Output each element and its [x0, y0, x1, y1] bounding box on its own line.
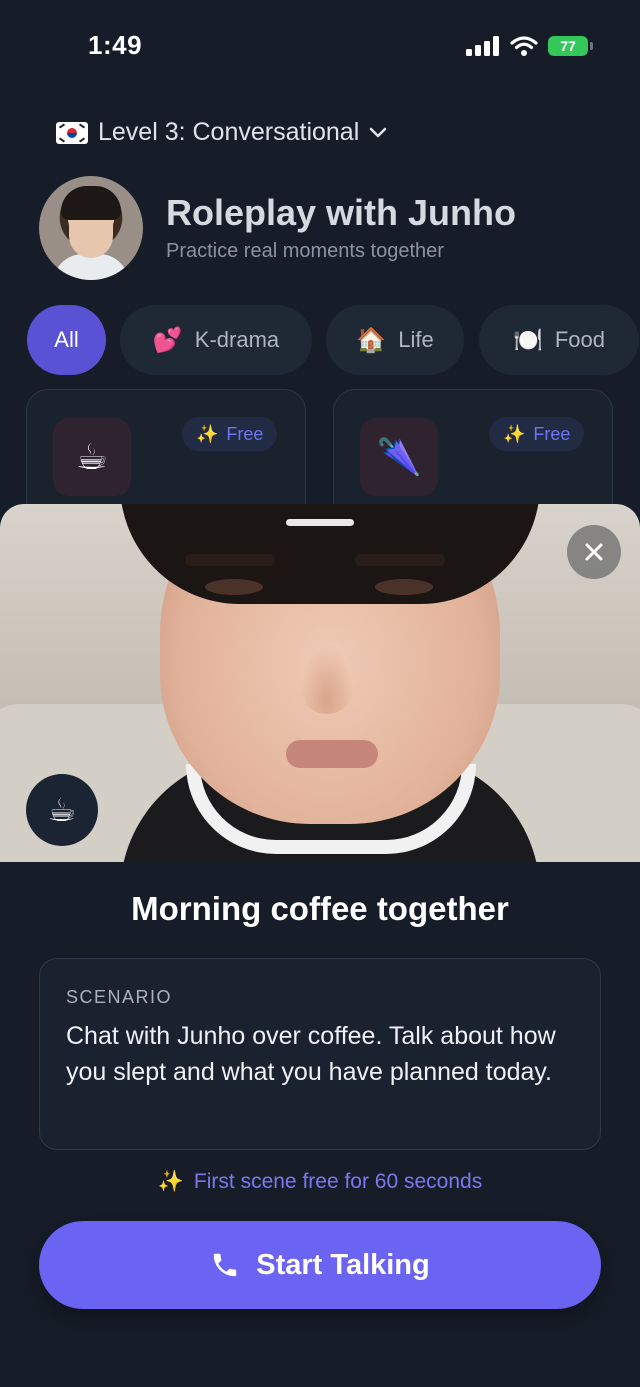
start-talking-label: Start Talking	[256, 1248, 430, 1281]
avatar	[39, 176, 143, 280]
close-button[interactable]	[567, 525, 621, 579]
screen: 1:49 77 Level 3: Conversational Roleplay…	[0, 0, 640, 1387]
hearts-icon: 💕	[152, 326, 183, 354]
chip-label: Food	[554, 327, 606, 352]
chip-food[interactable]: 🍽️ Food	[479, 305, 639, 375]
free-scene-note: ✨ First scene free for 60 seconds	[0, 1170, 640, 1194]
scenario-box: SCENARIO Chat with Junho over coffee. Ta…	[39, 958, 601, 1150]
close-icon	[585, 543, 603, 561]
page-title: Roleplay with Junho	[166, 192, 517, 233]
sparkles-icon: ✨	[157, 1170, 184, 1193]
sparkles-icon: ✨	[196, 423, 219, 444]
scene-title: Morning coffee together	[131, 890, 509, 927]
scene-sheet: ☕ Morning coffee together SCENARIO Chat …	[0, 504, 640, 1387]
level-label: Level 3: Conversational	[98, 118, 360, 146]
plate-icon: 🍽️	[512, 326, 543, 354]
sparkles-icon: ✨	[503, 423, 526, 444]
chip-kdrama[interactable]: 💕 K-drama	[120, 305, 312, 375]
scenario-label: SCENARIO	[66, 987, 173, 1007]
phone-icon	[214, 1253, 237, 1277]
chevron-down-icon	[370, 127, 387, 137]
status-icons: 77	[466, 36, 593, 56]
free-badge: ✨ Free	[182, 417, 278, 451]
coffee-icon: ☕	[26, 774, 98, 846]
signal-icon	[466, 36, 499, 56]
umbrella-icon: 🌂	[360, 418, 438, 496]
battery-level: 77	[560, 38, 576, 54]
chip-label: K-drama	[194, 327, 280, 352]
coffee-icon: ☕	[53, 418, 131, 496]
korea-flag-icon	[56, 121, 88, 144]
house-icon: 🏠	[356, 326, 387, 354]
scenario-text: Chat with Junho over coffee. Talk about …	[66, 1022, 556, 1086]
chip-label: Life	[398, 327, 434, 352]
free-badge-label: Free	[226, 423, 264, 444]
page-subtitle: Practice real moments together	[166, 240, 444, 262]
chip-life[interactable]: 🏠 Life	[326, 305, 464, 375]
level-selector[interactable]: Level 3: Conversational	[56, 118, 387, 147]
sheet-grabber[interactable]	[286, 519, 354, 526]
free-scene-text: First scene free for 60 seconds	[193, 1170, 483, 1193]
chip-all[interactable]: All	[27, 305, 106, 375]
battery-indicator: 77	[548, 36, 593, 56]
wifi-icon	[510, 36, 538, 56]
free-badge: ✨ Free	[489, 417, 585, 451]
start-talking-button[interactable]: Start Talking	[39, 1221, 601, 1309]
chip-label: All	[54, 327, 79, 352]
status-time: 1:49	[88, 30, 143, 60]
character-photo: ☕	[0, 504, 640, 862]
free-badge-label: Free	[533, 423, 571, 444]
